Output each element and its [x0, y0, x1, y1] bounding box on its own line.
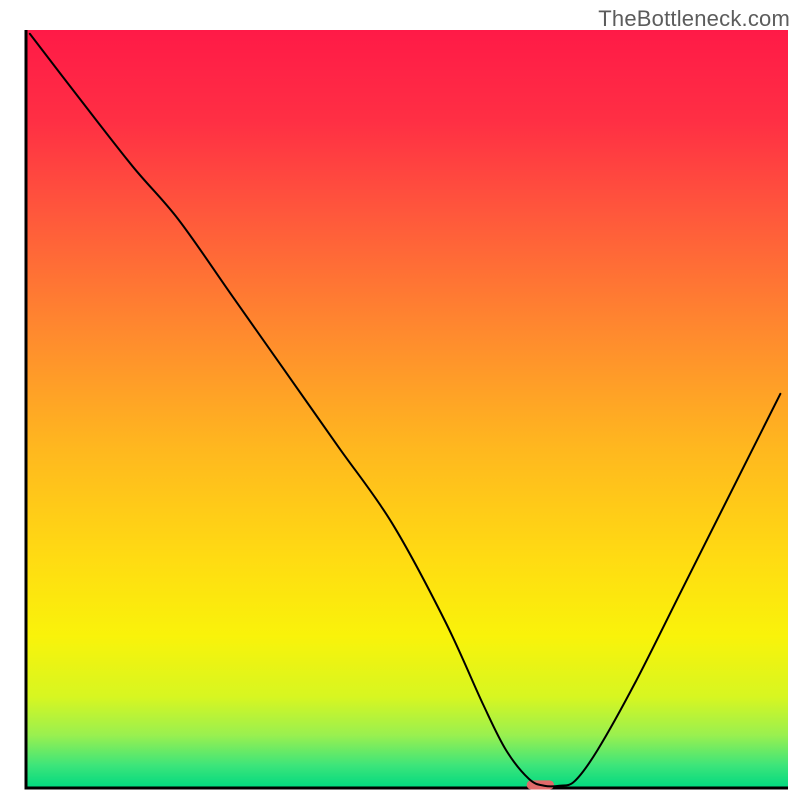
bottleneck-chart: TheBottleneck.com	[0, 0, 800, 800]
chart-canvas	[0, 0, 800, 800]
gradient-background	[26, 30, 788, 788]
watermark-label: TheBottleneck.com	[598, 6, 790, 32]
